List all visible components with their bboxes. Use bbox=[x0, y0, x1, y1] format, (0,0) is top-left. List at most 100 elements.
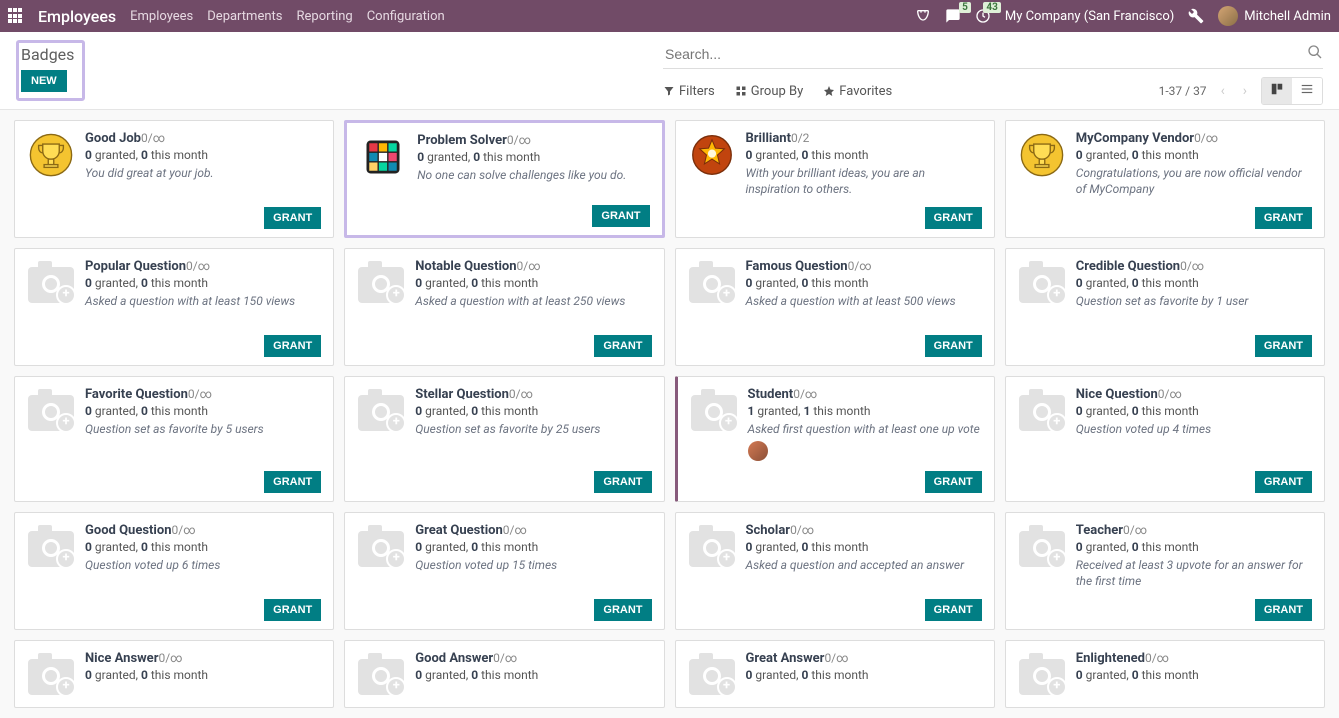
search-icon[interactable] bbox=[1307, 44, 1323, 64]
grant-button[interactable]: GRANT bbox=[925, 471, 982, 493]
card-title-row: Student0/∞ bbox=[748, 387, 982, 402]
badge-card[interactable]: Student0/∞1 granted, 1 this monthAsked f… bbox=[675, 376, 995, 502]
card-title-row: Notable Question0/∞ bbox=[415, 259, 651, 274]
badge-card[interactable]: Great Answer0/∞0 granted, 0 this month bbox=[675, 640, 995, 708]
grant-button[interactable]: GRANT bbox=[264, 471, 321, 493]
card-footer: GRANT bbox=[27, 465, 321, 493]
card-title-row: Favorite Question0/∞ bbox=[85, 387, 321, 402]
card-title-row: Good Question0/∞ bbox=[85, 523, 321, 538]
grant-button[interactable]: GRANT bbox=[925, 207, 982, 229]
badge-desc: Congratulations, you are now official ve… bbox=[1076, 165, 1312, 197]
grant-button[interactable]: GRANT bbox=[1255, 335, 1312, 357]
card-body: Scholar0/∞0 granted, 0 this monthAsked a… bbox=[746, 523, 982, 573]
badge-limit: 0/∞ bbox=[141, 131, 165, 145]
badge-card[interactable]: Good Question0/∞0 granted, 0 this monthQ… bbox=[14, 512, 334, 630]
search-input[interactable] bbox=[663, 44, 1307, 64]
view-list-button[interactable] bbox=[1292, 78, 1322, 104]
card-top: Credible Question0/∞0 granted, 0 this mo… bbox=[1018, 259, 1312, 309]
card-footer: GRANT bbox=[688, 201, 982, 229]
card-top: Good Question0/∞0 granted, 0 this monthQ… bbox=[27, 523, 321, 573]
grant-button[interactable]: GRANT bbox=[1255, 207, 1312, 229]
badge-stats: 0 granted, 0 this month bbox=[746, 540, 982, 554]
search-bar bbox=[663, 40, 1323, 69]
pager-prev[interactable]: ‹ bbox=[1217, 81, 1229, 101]
badge-limit: 0/∞ bbox=[1194, 131, 1218, 145]
grantee-avatar[interactable] bbox=[748, 441, 768, 461]
settings-icon[interactable] bbox=[1188, 8, 1204, 24]
grant-button[interactable]: GRANT bbox=[264, 599, 321, 621]
voip-icon[interactable] bbox=[915, 8, 931, 24]
card-body: Good Job0/∞0 granted, 0 this monthYou di… bbox=[85, 131, 321, 181]
badge-card[interactable]: Popular Question0/∞0 granted, 0 this mon… bbox=[14, 248, 334, 366]
kanban-view: Good Job0/∞0 granted, 0 this monthYou di… bbox=[0, 110, 1339, 718]
pager-next[interactable]: › bbox=[1239, 81, 1251, 101]
grant-button[interactable]: GRANT bbox=[1255, 471, 1312, 493]
card-top: Famous Question0/∞0 granted, 0 this mont… bbox=[688, 259, 982, 309]
grant-button[interactable]: GRANT bbox=[925, 335, 982, 357]
badge-card[interactable]: Notable Question0/∞0 granted, 0 this mon… bbox=[344, 248, 664, 366]
badge-title: Credible Question bbox=[1076, 259, 1180, 274]
badge-desc: No one can solve challenges like you do. bbox=[417, 167, 649, 183]
card-title-row: Nice Question0/∞ bbox=[1076, 387, 1312, 402]
pager-group: 1-37 / 37 ‹ › bbox=[1159, 77, 1323, 105]
filters-button[interactable]: Filters bbox=[663, 84, 715, 99]
card-title-row: Good Answer0/∞ bbox=[415, 651, 651, 666]
nav-reporting[interactable]: Reporting bbox=[296, 9, 352, 24]
badge-title: Brilliant bbox=[746, 131, 791, 146]
badge-limit: 0/∞ bbox=[188, 387, 212, 401]
badge-card[interactable]: Famous Question0/∞0 granted, 0 this mont… bbox=[675, 248, 995, 366]
favorites-button[interactable]: Favorites bbox=[823, 84, 892, 99]
badge-card[interactable]: Great Question0/∞0 granted, 0 this month… bbox=[344, 512, 664, 630]
badge-card[interactable]: Brilliant0/20 granted, 0 this monthWith … bbox=[675, 120, 995, 238]
badge-desc: Asked a question with at least 250 views bbox=[415, 293, 651, 309]
grant-button[interactable]: GRANT bbox=[594, 471, 651, 493]
card-top: Favorite Question0/∞0 granted, 0 this mo… bbox=[27, 387, 321, 437]
nav-departments[interactable]: Departments bbox=[207, 9, 282, 24]
badge-card[interactable]: Favorite Question0/∞0 granted, 0 this mo… bbox=[14, 376, 334, 502]
grant-button[interactable]: GRANT bbox=[264, 335, 321, 357]
badge-card[interactable]: Problem Solver0/∞0 granted, 0 this month… bbox=[344, 120, 664, 238]
card-footer: GRANT bbox=[1018, 201, 1312, 229]
badge-card[interactable]: Good Job0/∞0 granted, 0 this monthYou di… bbox=[14, 120, 334, 238]
card-title-row: Famous Question0/∞ bbox=[746, 259, 982, 274]
user-avatar bbox=[1218, 6, 1238, 26]
nav-configuration[interactable]: Configuration bbox=[367, 9, 445, 24]
view-kanban-button[interactable] bbox=[1262, 78, 1292, 104]
company-selector[interactable]: My Company (San Francisco) bbox=[1005, 9, 1174, 24]
badge-title: MyCompany Vendor bbox=[1076, 131, 1194, 146]
activities-icon[interactable]: 43 bbox=[975, 8, 991, 24]
card-body: Great Question0/∞0 granted, 0 this month… bbox=[415, 523, 651, 573]
badge-card[interactable]: Credible Question0/∞0 granted, 0 this mo… bbox=[1005, 248, 1325, 366]
badge-card[interactable]: Enlightened0/∞0 granted, 0 this month bbox=[1005, 640, 1325, 708]
pager-text[interactable]: 1-37 / 37 bbox=[1159, 84, 1207, 98]
badge-card[interactable]: Good Answer0/∞0 granted, 0 this month bbox=[344, 640, 664, 708]
badge-card[interactable]: Stellar Question0/∞0 granted, 0 this mon… bbox=[344, 376, 664, 502]
groupby-button[interactable]: Group By bbox=[735, 84, 804, 99]
badge-card[interactable]: MyCompany Vendor0/∞0 granted, 0 this mon… bbox=[1005, 120, 1325, 238]
grant-button[interactable]: GRANT bbox=[925, 599, 982, 621]
badge-card[interactable]: Nice Question0/∞0 granted, 0 this monthQ… bbox=[1005, 376, 1325, 502]
grant-button[interactable]: GRANT bbox=[594, 335, 651, 357]
badge-icon bbox=[688, 259, 736, 307]
user-menu[interactable]: Mitchell Admin bbox=[1218, 6, 1331, 26]
apps-icon[interactable] bbox=[8, 8, 24, 24]
grant-button[interactable]: GRANT bbox=[594, 599, 651, 621]
grant-button[interactable]: GRANT bbox=[1255, 599, 1312, 621]
badge-card[interactable]: Scholar0/∞0 granted, 0 this monthAsked a… bbox=[675, 512, 995, 630]
new-button[interactable]: NEW bbox=[21, 70, 67, 92]
badge-icon bbox=[688, 131, 736, 179]
card-footer: GRANT bbox=[357, 329, 651, 357]
badge-icon bbox=[27, 131, 75, 179]
card-body: Good Answer0/∞0 granted, 0 this month bbox=[415, 651, 651, 699]
messages-icon[interactable]: 5 bbox=[945, 8, 961, 24]
badge-card[interactable]: Teacher0/∞0 granted, 0 this monthReceive… bbox=[1005, 512, 1325, 630]
grant-button[interactable]: GRANT bbox=[592, 205, 649, 227]
badge-title: Popular Question bbox=[85, 259, 186, 274]
badge-card[interactable]: Nice Answer0/∞0 granted, 0 this month bbox=[14, 640, 334, 708]
grant-button[interactable]: GRANT bbox=[264, 207, 321, 229]
badge-icon bbox=[357, 259, 405, 307]
badge-limit: 0/∞ bbox=[507, 133, 531, 147]
card-title-row: Popular Question0/∞ bbox=[85, 259, 321, 274]
nav-employees[interactable]: Employees bbox=[130, 9, 193, 24]
app-brand[interactable]: Employees bbox=[38, 7, 116, 26]
